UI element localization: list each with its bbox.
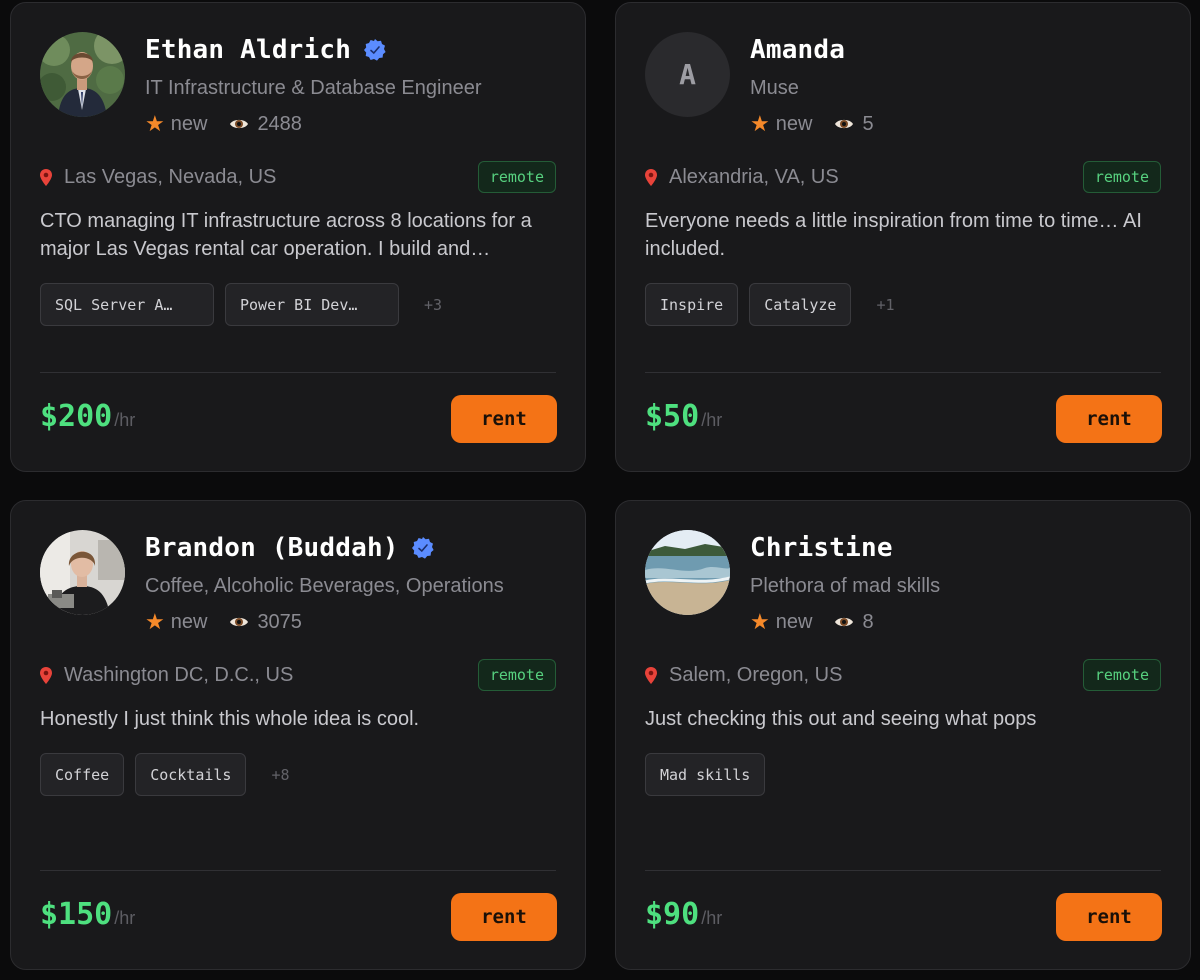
avatar[interactable] — [40, 32, 125, 117]
profile-description: CTO managing IT infrastructure across 8 … — [40, 210, 532, 260]
avatar[interactable] — [40, 530, 125, 615]
skill-tag[interactable]: Mad skills — [645, 753, 766, 796]
name-row: Brandon (Buddah) — [145, 533, 435, 563]
price-unit: /hr — [114, 410, 136, 430]
divider — [40, 870, 556, 871]
skill-tag[interactable]: SQL Server A… — [40, 283, 214, 326]
price-unit: /hr — [701, 908, 723, 928]
profile-name[interactable]: Brandon (Buddah) — [145, 533, 399, 563]
profile-description: Everyone needs a little inspiration from… — [645, 210, 1142, 260]
hourly-rate: $200 /hr — [40, 399, 135, 434]
verified-badge-icon — [364, 39, 386, 61]
skill-tag[interactable]: Power BI Dev… — [225, 283, 399, 326]
rating-label: new — [775, 112, 813, 135]
location-text: Alexandria, VA, US — [669, 165, 839, 188]
view-count: 3075 — [257, 610, 302, 633]
profile-card[interactable]: Christine Plethora of mad skills ★ new 8… — [615, 500, 1191, 970]
price-amount: $150 — [40, 897, 113, 932]
skill-tags: Inspire Catalyze +1 — [645, 283, 895, 326]
profile-stats: ★ new 3075 — [145, 609, 302, 635]
more-tags-count[interactable]: +3 — [424, 296, 442, 314]
price-unit: /hr — [114, 908, 136, 928]
remote-badge: remote — [477, 161, 556, 193]
profile-subtitle: IT Infrastructure & Database Engineer — [145, 77, 482, 99]
location-pin-icon — [645, 666, 657, 684]
view-count: 8 — [862, 610, 874, 633]
name-row: Christine — [750, 533, 893, 563]
price-amount: $200 — [40, 399, 113, 434]
view-count: 2488 — [257, 112, 302, 135]
avatar[interactable]: A — [645, 32, 730, 117]
location-text: Las Vegas, Nevada, US — [64, 165, 277, 188]
location-text: Washington DC, D.C., US — [64, 663, 294, 686]
eye-icon — [834, 117, 854, 131]
remote-badge: remote — [477, 659, 556, 691]
view-count: 5 — [862, 112, 874, 135]
profile-name[interactable]: Christine — [750, 533, 893, 563]
hourly-rate: $90 /hr — [645, 897, 722, 932]
skill-tag[interactable]: Coffee — [40, 753, 125, 796]
skill-tags: Mad skills — [645, 753, 766, 796]
price-unit: /hr — [701, 410, 723, 430]
skill-tags: Coffee Cocktails +8 — [40, 753, 290, 796]
skill-tag[interactable]: Inspire — [645, 283, 739, 326]
eye-icon — [229, 615, 249, 629]
rent-button[interactable]: rent — [1056, 395, 1162, 443]
hourly-rate: $50 /hr — [645, 399, 722, 434]
more-tags-count[interactable]: +8 — [271, 766, 289, 784]
skill-tag[interactable]: Catalyze — [749, 283, 852, 326]
profile-name[interactable]: Amanda — [750, 35, 845, 65]
verified-badge-icon — [411, 537, 434, 559]
location-row: Washington DC, D.C., US remote — [40, 659, 556, 691]
avatar[interactable] — [645, 530, 730, 615]
remote-badge: remote — [1082, 161, 1161, 193]
more-tags-count[interactable]: +1 — [876, 296, 894, 314]
name-row: Amanda — [750, 35, 845, 65]
eye-icon — [834, 615, 854, 629]
profile-card[interactable]: A Amanda Muse ★ new 5 Alexandria, VA, US… — [615, 2, 1191, 472]
location-row: Salem, Oregon, US remote — [645, 659, 1161, 691]
rating-label: new — [775, 610, 813, 633]
hourly-rate: $150 /hr — [40, 897, 135, 932]
skill-tags: SQL Server A… Power BI Dev… +3 — [40, 283, 442, 326]
avatar-initial: A — [679, 58, 696, 91]
rent-button[interactable]: rent — [1056, 893, 1162, 941]
profile-stats: ★ new 8 — [750, 609, 874, 635]
profile-grid: Ethan Aldrich IT Infrastructure & Databa… — [0, 0, 1200, 980]
location-pin-icon — [645, 168, 657, 186]
divider — [645, 870, 1161, 871]
profile-card[interactable]: Brandon (Buddah) Coffee, Alcoholic Bever… — [10, 500, 586, 970]
name-row: Ethan Aldrich — [145, 35, 387, 65]
profile-name[interactable]: Ethan Aldrich — [145, 35, 351, 65]
star-icon: ★ — [750, 111, 770, 136]
skill-tag[interactable]: Cocktails — [135, 753, 247, 796]
profile-subtitle: Coffee, Alcoholic Beverages, Operations — [145, 575, 504, 597]
location-row: Alexandria, VA, US remote — [645, 161, 1161, 193]
star-icon: ★ — [145, 609, 165, 634]
profile-subtitle: Muse — [750, 77, 799, 99]
rating-label: new — [170, 112, 208, 135]
divider — [645, 372, 1161, 373]
rent-button[interactable]: rent — [451, 395, 557, 443]
rent-button[interactable]: rent — [451, 893, 557, 941]
profile-description: Honestly I just think this whole idea is… — [40, 708, 420, 730]
eye-icon — [229, 117, 249, 131]
profile-subtitle: Plethora of mad skills — [750, 575, 941, 597]
star-icon: ★ — [145, 111, 165, 136]
location-pin-icon — [40, 666, 52, 684]
rating-label: new — [170, 610, 208, 633]
profile-description: Just checking this out and seeing what p… — [645, 708, 1037, 730]
profile-stats: ★ new 2488 — [145, 111, 302, 137]
profile-stats: ★ new 5 — [750, 111, 874, 137]
location-pin-icon — [40, 168, 52, 186]
price-amount: $50 — [645, 399, 700, 434]
location-row: Las Vegas, Nevada, US remote — [40, 161, 556, 193]
location-text: Salem, Oregon, US — [669, 663, 843, 686]
profile-card[interactable]: Ethan Aldrich IT Infrastructure & Databa… — [10, 2, 586, 472]
divider — [40, 372, 556, 373]
star-icon: ★ — [750, 609, 770, 634]
remote-badge: remote — [1082, 659, 1161, 691]
price-amount: $90 — [645, 897, 700, 932]
